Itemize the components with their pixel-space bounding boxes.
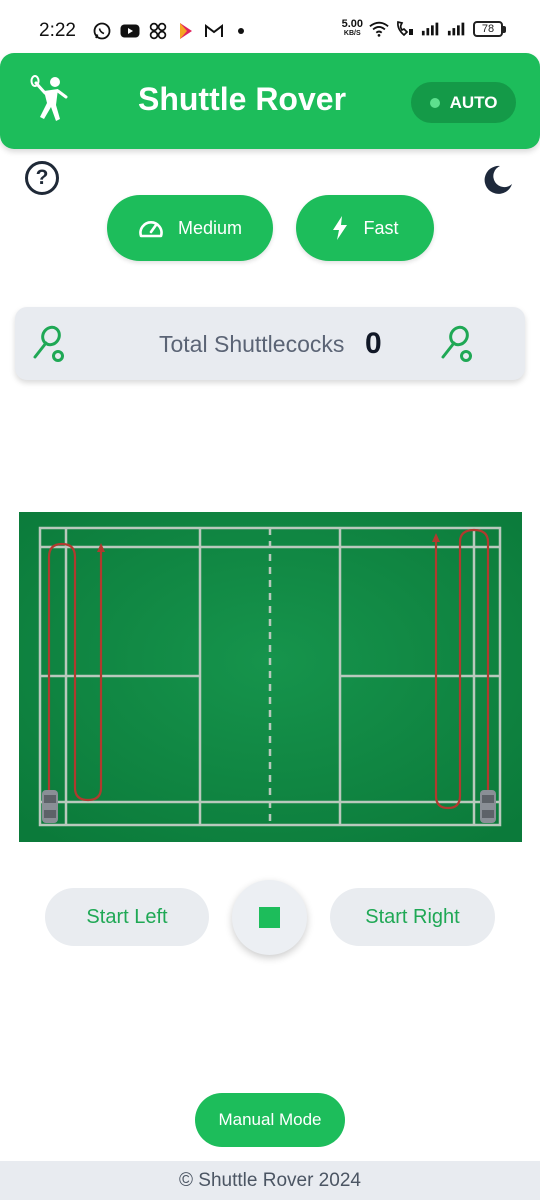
wifi-icon xyxy=(369,19,389,39)
stop-button[interactable] xyxy=(232,880,307,955)
start-left-button[interactable]: Start Left xyxy=(45,888,209,946)
racket-icon xyxy=(441,325,472,362)
status-dot xyxy=(429,97,440,108)
battery-level: 78 xyxy=(473,21,503,37)
auto-mode-badge[interactable]: AUTO xyxy=(411,82,516,123)
help-icon[interactable]: ? xyxy=(25,161,59,195)
counter-value: 0 xyxy=(365,327,382,360)
net-speed-unit: KB/S xyxy=(343,30,361,37)
racket-icon xyxy=(33,325,64,362)
badminton-court xyxy=(19,512,522,842)
auto-mode-label: AUTO xyxy=(449,92,498,112)
status-time: 2:22 xyxy=(39,20,76,41)
call-icon xyxy=(395,19,415,39)
app-screen: 2:22 5.00 KB/S 78 Shuttle Rover AUTO ? M… xyxy=(0,0,540,1200)
start-right-button[interactable]: Start Right xyxy=(330,888,495,946)
manual-mode-button[interactable]: Manual Mode xyxy=(195,1093,345,1147)
speed-medium-button[interactable]: Medium xyxy=(107,195,273,261)
battery-icon: 78 xyxy=(473,21,506,37)
shuttlecock-counter-card: Total Shuttlecocks 0 xyxy=(15,307,525,380)
speed-fast-button[interactable]: Fast xyxy=(296,195,434,261)
play-icon xyxy=(176,21,196,41)
status-bar: 2:22 5.00 KB/S 78 xyxy=(0,0,540,56)
youtube-icon xyxy=(120,21,140,41)
signal-icon xyxy=(421,19,441,39)
speed-medium-label: Medium xyxy=(177,217,243,238)
gmail-icon xyxy=(204,21,224,41)
counter-label: Total Shuttlecocks xyxy=(159,331,345,357)
status-right: 5.00 KB/S 78 xyxy=(342,19,506,39)
speedometer-icon xyxy=(139,221,163,238)
right-rover-car xyxy=(480,790,496,823)
more-notifications-dot xyxy=(238,28,244,34)
speed-fast-label: Fast xyxy=(363,217,399,238)
left-rover-car xyxy=(42,790,58,823)
notification-icons xyxy=(92,21,244,41)
whatsapp-icon xyxy=(92,21,112,41)
lightning-icon xyxy=(333,216,348,240)
net-speed: 5.00 KB/S xyxy=(342,19,363,39)
footer: © Shuttle Rover 2024 xyxy=(0,1161,540,1200)
app-header: Shuttle Rover AUTO xyxy=(0,53,540,149)
apps-icon xyxy=(148,21,168,41)
stop-icon xyxy=(259,907,280,928)
signal-2-icon xyxy=(447,19,467,39)
dark-mode-moon-icon[interactable] xyxy=(478,162,514,198)
